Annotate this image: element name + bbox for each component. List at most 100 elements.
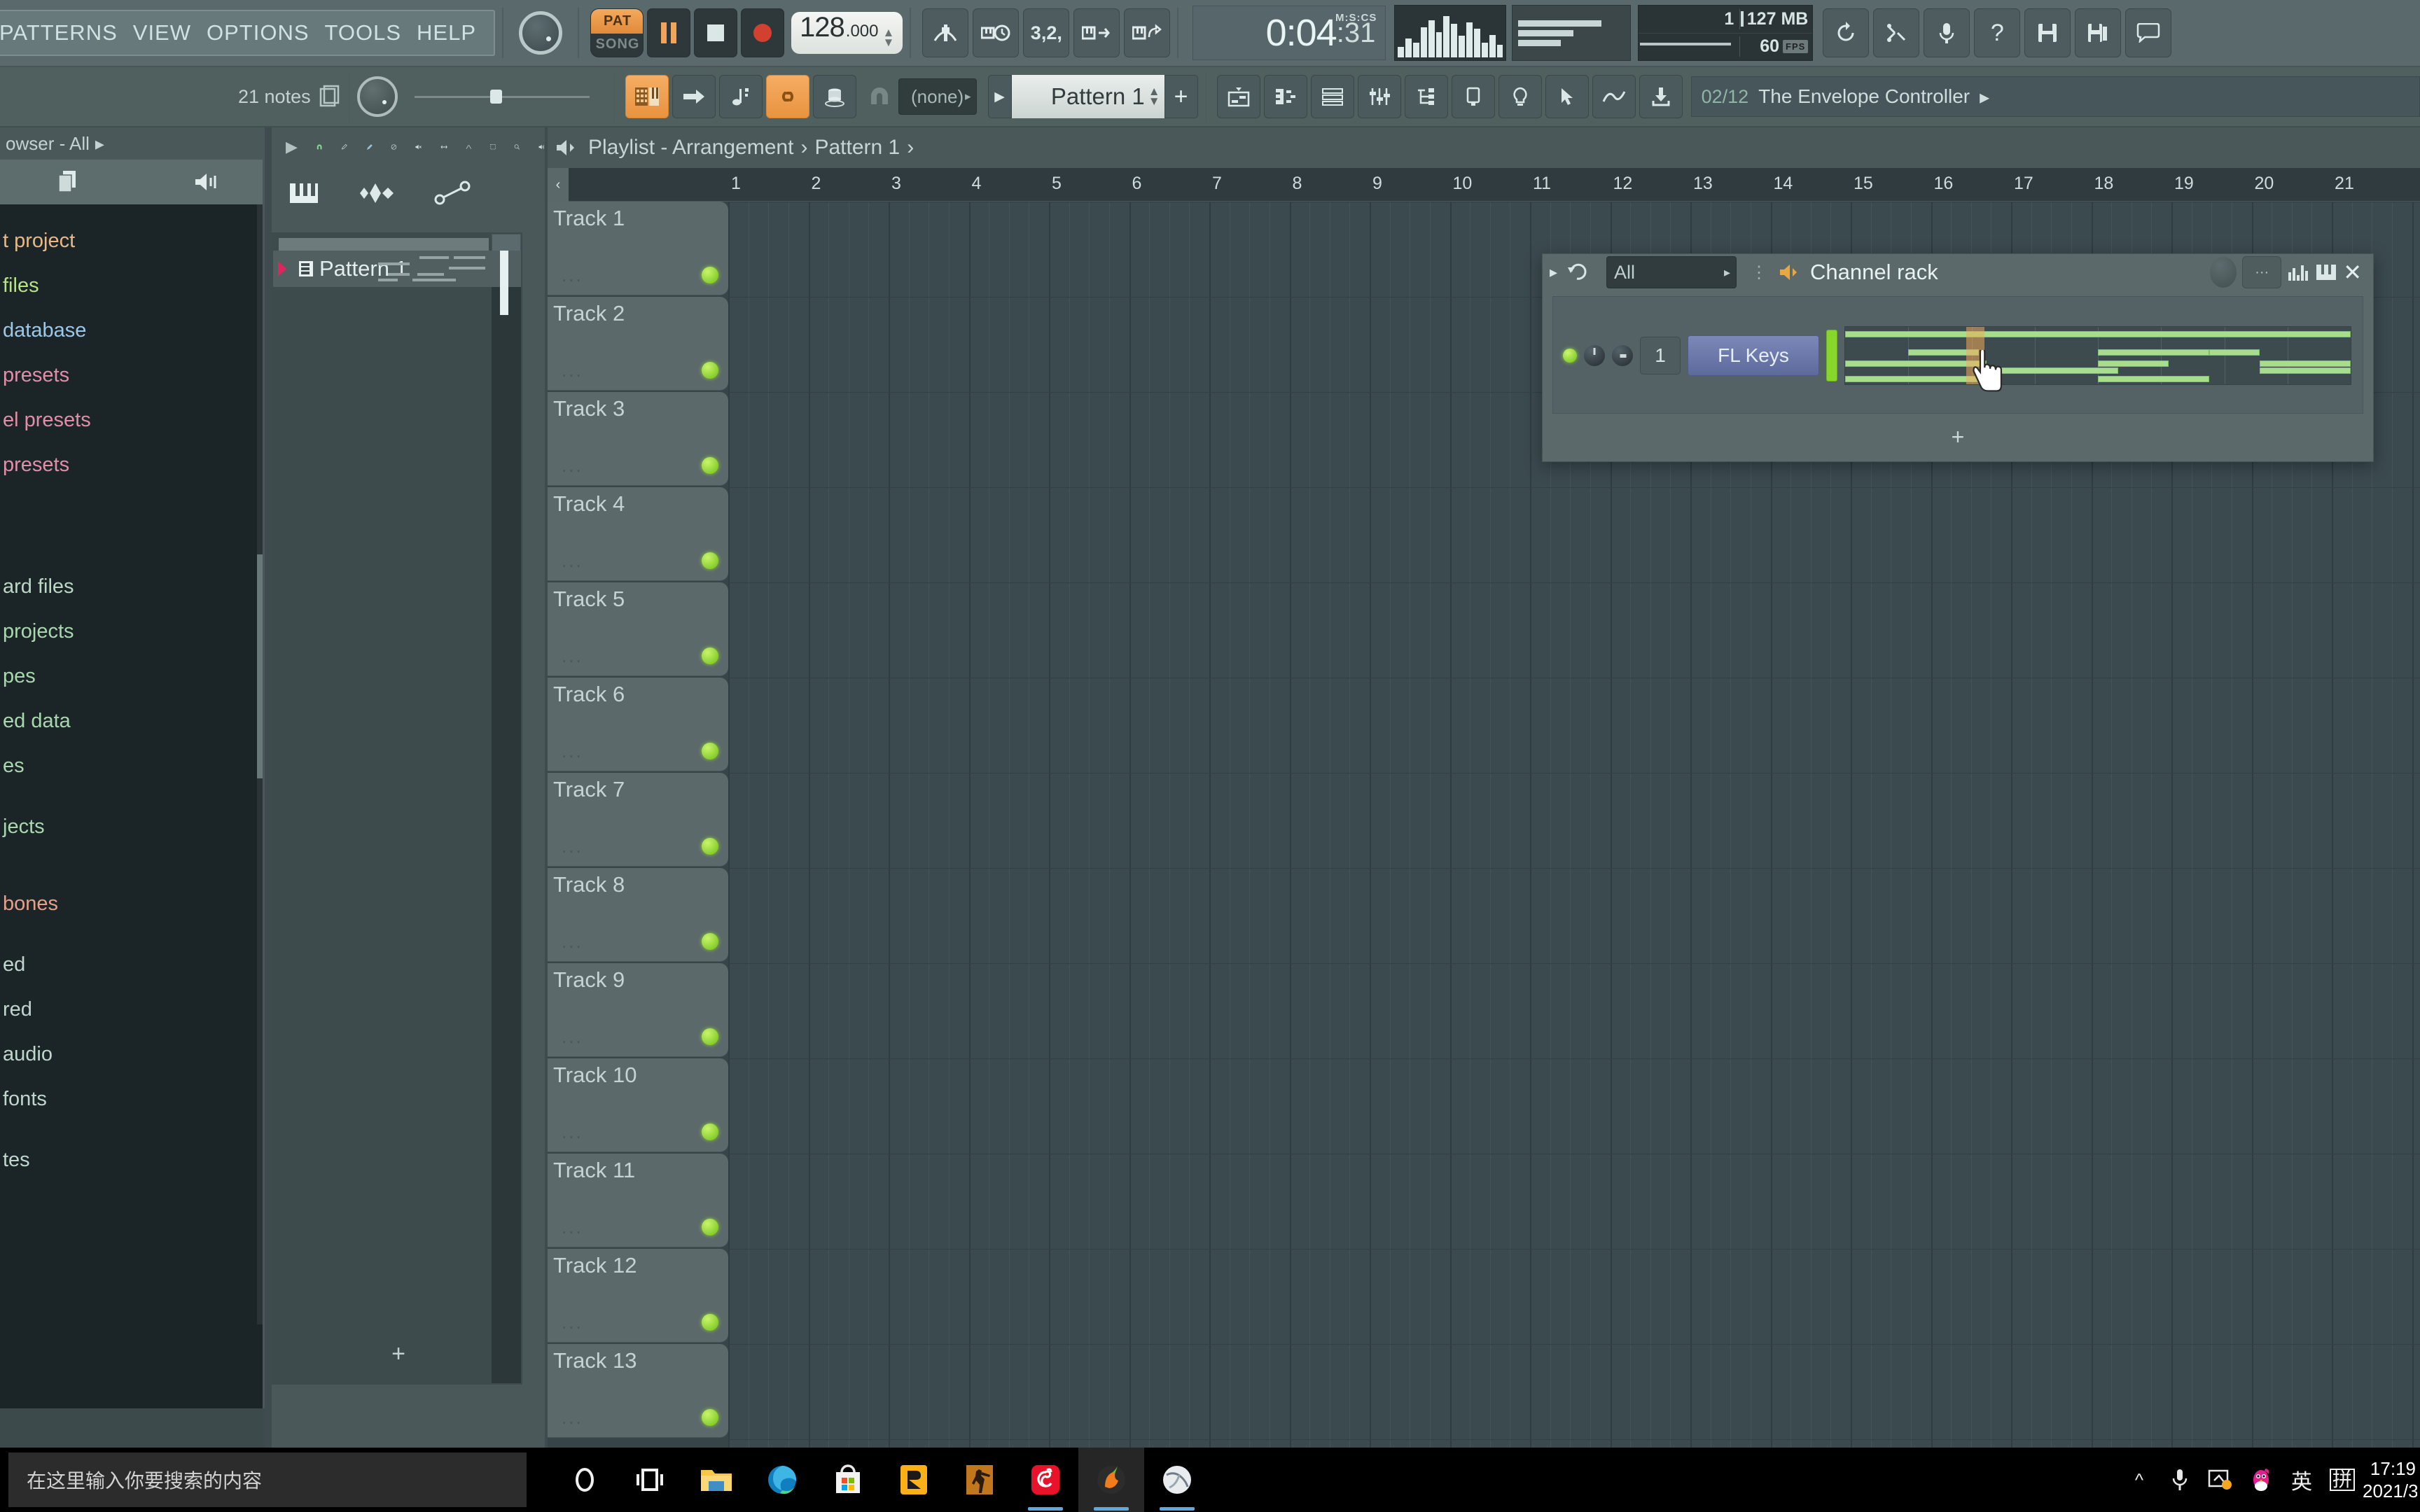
count-in-button[interactable]: 3,2, [1023, 8, 1070, 57]
show-hidden-icons-button[interactable]: ^ [2119, 1448, 2160, 1512]
channel-name-button[interactable]: FL Keys [1688, 335, 1819, 376]
browser-header[interactable]: owser - All ▸ [0, 127, 263, 160]
channel-pan-knob[interactable] [1612, 345, 1633, 366]
stop-button[interactable] [694, 8, 738, 57]
browser-item[interactable]: red [0, 987, 263, 1032]
browser-item[interactable]: ed data [0, 699, 263, 743]
save-button[interactable] [2024, 8, 2071, 57]
channel-volume-knob[interactable] [1584, 345, 1605, 366]
qq-tray-button[interactable] [2241, 1448, 2281, 1512]
channel-row[interactable]: 1 FL Keys [1553, 297, 2363, 414]
menu-item-tools[interactable]: TOOLS [317, 20, 410, 46]
track-enable-led[interactable] [702, 1124, 718, 1140]
pattern-song-toggle[interactable]: PAT SONG [590, 8, 644, 57]
breadcrumb-end-arrow[interactable]: › [907, 136, 914, 160]
browser-item[interactable] [0, 487, 263, 564]
pattern-name-field[interactable]: Pattern 1 ▲ ▼ [1011, 75, 1164, 118]
browser-title-arrow[interactable]: ▸ [95, 133, 104, 155]
playlist-track-header[interactable]: Track 12... [548, 1249, 728, 1343]
tempo-field[interactable]: 128 .000 ▲ ▼ [791, 12, 903, 54]
master-level-sliders[interactable] [1512, 5, 1632, 61]
netease-music-button[interactable] [1013, 1448, 1078, 1512]
browser-selected-row[interactable] [0, 1408, 265, 1448]
playlist-track-header[interactable]: Track 6... [548, 678, 728, 771]
automation-icon[interactable] [434, 181, 471, 206]
csgo-button[interactable] [947, 1448, 1013, 1512]
channel-rack-menu-arrow[interactable]: ▸ [1550, 263, 1557, 281]
online-content-button[interactable] [1639, 75, 1683, 118]
save-as-button[interactable] [2075, 8, 2122, 57]
browser-item[interactable]: projects [0, 609, 263, 654]
ime-mode-button[interactable]: 拼 [2322, 1448, 2363, 1512]
paint-icon[interactable] [366, 135, 373, 159]
playlist-breadcrumb-root[interactable]: Playlist - Arrangement [588, 136, 793, 160]
wait-for-input-button[interactable] [973, 8, 1020, 57]
browser-tree[interactable]: t project files database presets el presets… [0, 204, 263, 1243]
playback-icon[interactable] [538, 136, 545, 158]
add-pattern-button[interactable]: + [1164, 75, 1198, 118]
browser-item[interactable]: pes [0, 654, 263, 699]
microphone-tray-button[interactable] [2160, 1448, 2200, 1512]
browser-scrollbar[interactable] [257, 204, 263, 1324]
browser-item[interactable]: fonts [0, 1077, 263, 1121]
track-options-dots[interactable]: ... [562, 360, 583, 382]
fl-studio-button[interactable] [1078, 1448, 1144, 1512]
menu-item-options[interactable]: OPTIONS [199, 20, 317, 46]
track-options-dots[interactable]: ... [562, 1312, 583, 1334]
track-options-dots[interactable]: ... [562, 1407, 583, 1429]
keyboard-editor-icon[interactable] [2315, 262, 2337, 282]
channel-enable-led[interactable] [1563, 349, 1577, 363]
browser-item[interactable] [0, 1198, 263, 1243]
pattern-play-icon[interactable] [277, 260, 293, 278]
rockstar-games-button[interactable] [881, 1448, 947, 1512]
help-button[interactable]: ? [1974, 8, 2021, 57]
slider-handle[interactable] [489, 90, 502, 104]
pattern-spinner[interactable]: ▲ ▼ [1148, 85, 1160, 107]
tempo-spinner[interactable]: ▲ ▼ [883, 27, 895, 48]
browser-item[interactable]: jects [0, 788, 263, 865]
record-button[interactable] [741, 8, 785, 57]
browser-item[interactable]: ard files [0, 564, 263, 609]
playlist-track-header[interactable]: Track 9... [548, 963, 728, 1057]
browser-item[interactable]: el presets [0, 398, 263, 442]
send-to-playlist-button[interactable] [672, 75, 716, 118]
draw-icon[interactable] [341, 135, 348, 159]
song-mode-label[interactable]: SONG [591, 32, 643, 57]
browser-item[interactable]: es [0, 743, 263, 788]
browser-window-button[interactable] [1404, 75, 1448, 118]
piano-roll-window-button[interactable] [1263, 75, 1307, 118]
tools-misc-button[interactable] [1545, 75, 1589, 118]
plugin-picker-button[interactable] [1451, 75, 1495, 118]
track-options-dots[interactable]: ... [562, 265, 583, 286]
time-display[interactable]: 0:04 :31 M:S:CS [1192, 6, 1386, 60]
browser-item[interactable]: database [0, 308, 263, 353]
channel-rack-titlebar[interactable]: ▸ All ▸ ⋮ Channel rack ··· ✕ [1543, 254, 2373, 290]
playlist-track-header[interactable]: Track 10... [548, 1058, 728, 1152]
playlist-track-header[interactable]: Track 13... [548, 1344, 728, 1438]
note-properties-button[interactable] [718, 75, 763, 118]
track-options-dots[interactable]: ... [562, 455, 583, 477]
speaker-icon[interactable] [193, 172, 221, 192]
browser-item[interactable]: ed [0, 942, 263, 987]
overlay-notes-button[interactable] [1073, 8, 1120, 57]
snap-selector[interactable]: (none) ▸ [898, 78, 977, 115]
menu-item-view[interactable]: VIEW [125, 20, 199, 46]
effects-button[interactable] [1592, 75, 1636, 118]
browser-item[interactable]: files [0, 263, 263, 308]
step-sequencer-toggle[interactable] [625, 75, 669, 118]
playlist-track-headers[interactable]: Track 1... Track 2... Track 3... Track 4...… [548, 202, 728, 1448]
pattern-menu-button[interactable]: ▶ [987, 75, 1012, 118]
browser-item[interactable]: bones [0, 865, 263, 942]
microsoft-store-button[interactable] [815, 1448, 881, 1512]
speaker-icon[interactable] [555, 138, 581, 158]
track-options-dots[interactable]: ... [562, 645, 583, 667]
channel-note-preview[interactable] [1844, 326, 2351, 385]
track-enable-led[interactable] [702, 362, 718, 379]
browser-app-button[interactable] [1144, 1448, 1210, 1512]
master-pitch-knob[interactable] [519, 11, 563, 55]
playlist-track-header[interactable]: Track 7... [548, 773, 728, 867]
track-enable-led[interactable] [702, 838, 718, 855]
microsoft-edge-button[interactable] [749, 1448, 815, 1512]
track-enable-led[interactable] [702, 267, 718, 284]
link-button[interactable] [765, 75, 809, 118]
